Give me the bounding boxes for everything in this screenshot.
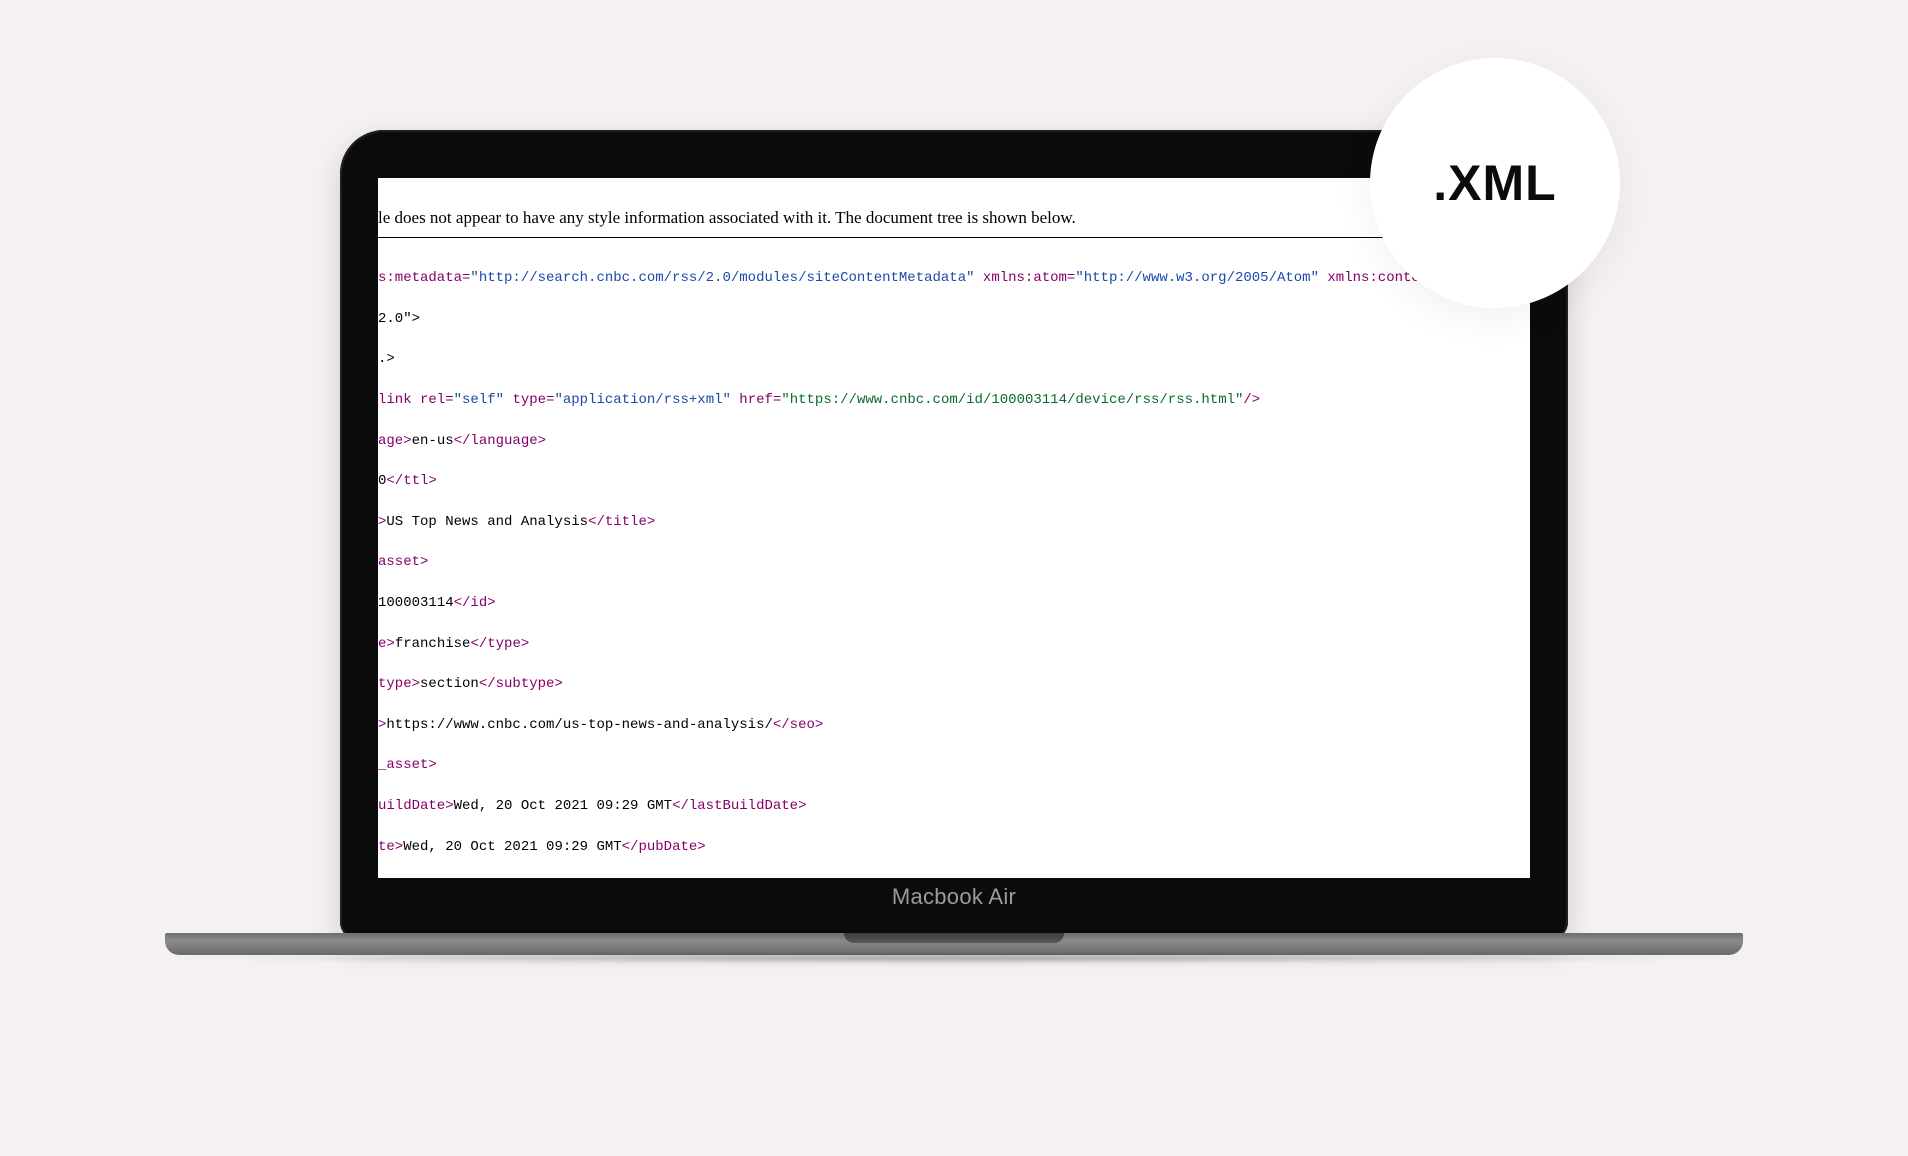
xml-channel-title: >US Top News and Analysis</title> — [378, 512, 1530, 532]
xml-badge-label: .XML — [1433, 154, 1556, 212]
xml-badge: .XML — [1370, 58, 1620, 308]
laptop-lid: le does not appear to have any style inf… — [340, 130, 1568, 940]
xml-ttl: 0</ttl> — [378, 471, 1530, 491]
xml-version: 2.0"> — [378, 309, 1530, 329]
laptop-base — [165, 933, 1743, 955]
xml-lastbuild: uildDate>Wed, 20 Oct 2021 09:29 GMT</las… — [378, 796, 1530, 816]
xml-document: le does not appear to have any style inf… — [378, 178, 1530, 878]
laptop-chin-label: Macbook Air — [892, 884, 1016, 910]
laptop-shadow — [155, 953, 1753, 963]
laptop-screen: le does not appear to have any style inf… — [378, 178, 1530, 878]
xml-root-ns: s:metadata="http://search.cnbc.com/rss/2… — [378, 268, 1530, 288]
xml-language: age>en-us</language> — [378, 431, 1530, 451]
xml-asset-open: asset> — [378, 552, 1530, 572]
xml-asset-id: 100003114</id> — [378, 593, 1530, 613]
stage: .XML le does not appear to have any styl… — [0, 0, 1908, 1156]
xml-asset-type: e>franchise</type> — [378, 634, 1530, 654]
xml-asset-seo: >https://www.cnbc.com/us-top-news-and-an… — [378, 715, 1530, 735]
xml-asset-subtype: type>section</subtype> — [378, 674, 1530, 694]
laptop-mock: le does not appear to have any style inf… — [340, 130, 1568, 965]
xml-atom-link: link rel="self" type="application/rss+xm… — [378, 390, 1530, 410]
xml-channel-pubdate: te>Wed, 20 Oct 2021 09:29 GMT</pubDate> — [378, 837, 1530, 857]
laptop-chin: Macbook Air — [340, 878, 1568, 916]
xml-asset-close: _asset> — [378, 755, 1530, 775]
xml-blank-close: .> — [378, 349, 1530, 369]
browser-no-style-notice: le does not appear to have any style inf… — [378, 198, 1530, 238]
